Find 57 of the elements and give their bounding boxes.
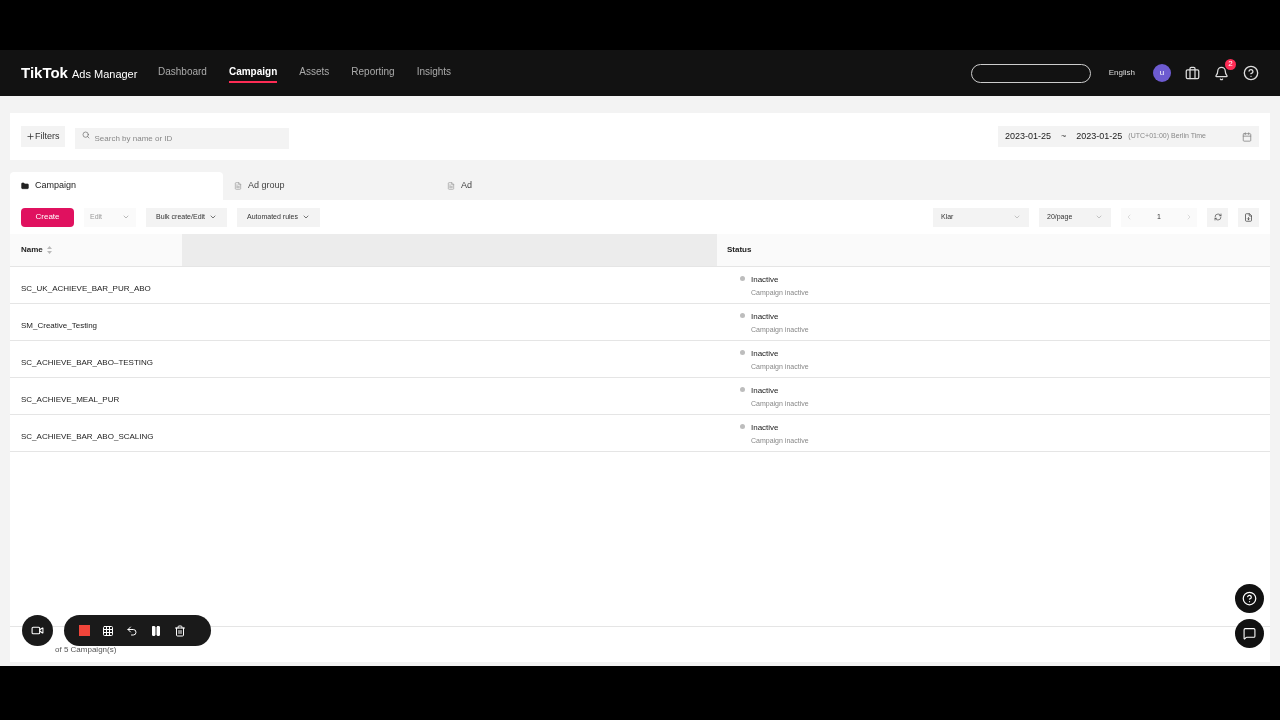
help-icon [1242,591,1257,606]
level-tab[interactable]: Campaign [10,172,223,200]
nav-link[interactable]: Assets [299,63,330,83]
chevron-down-icon [1095,213,1103,221]
chevron-down-icon [302,213,310,221]
briefcase-icon[interactable] [1185,65,1200,81]
user-avatar[interactable]: u [1153,64,1171,82]
plus-icon [26,132,35,141]
status-label: Inactive [751,385,780,397]
export-button[interactable] [1238,207,1259,227]
pause-icon[interactable] [150,624,162,637]
refresh-button[interactable] [1207,207,1228,227]
level-tab[interactable]: Ad group [223,172,436,200]
date-separator: ~ [1061,129,1067,143]
logo-subtitle: Ads Manager [71,66,138,82]
nav-link[interactable]: Insights [416,63,452,83]
campaign-name[interactable]: SC_ACHIEVE_BAR_ABO_SCALING [21,432,154,441]
language-selector[interactable]: English [1108,67,1135,79]
status-label: Inactive [751,348,780,360]
nav-link[interactable]: Reporting [351,63,395,83]
document-icon [234,182,242,190]
status-label: Inactive [751,422,780,434]
bell-icon[interactable] [1214,65,1229,81]
start-date: 2023-01-25 [1005,129,1052,143]
end-date: 2023-01-25 [1076,129,1123,143]
search-field[interactable]: Search by name or ID [74,128,289,149]
download-file-icon [1244,212,1253,222]
video-camera-icon [31,624,44,637]
filters-button[interactable]: Filters [21,126,65,147]
campaign-name[interactable]: SM_Creative_Testing [21,321,98,330]
level-tab[interactable]: Ad [436,172,649,200]
status-label: Inactive [751,311,780,323]
column-header[interactable]: Status [717,234,1270,266]
nav-link[interactable]: Campaign [228,63,278,83]
refresh-icon [1213,213,1222,221]
calendar-icon [1242,131,1252,142]
nav-link[interactable]: Dashboard [158,63,207,83]
help-icon[interactable] [1243,65,1259,81]
folder-icon [21,182,29,190]
logo[interactable]: TikTok [21,61,68,85]
chevron-down-icon [122,213,130,221]
campaign-name[interactable]: SC_ACHIEVE_MEAL_PUR [21,395,120,404]
undo-icon[interactable] [126,624,138,637]
chat-icon [1243,627,1256,640]
create-button[interactable]: Create [21,207,74,227]
grid-icon[interactable] [102,624,114,637]
campaign-name[interactable]: SC_ACHIEVE_BAR_ABO–TESTING [21,358,154,367]
total-count: of 5 Campaign(s) [55,644,117,656]
status-label: Inactive [751,274,780,286]
notification-badge: 2 [1225,58,1236,70]
chevron-down-icon [1013,213,1021,221]
column-header[interactable]: Name [10,234,182,266]
search-icon [81,131,90,139]
chevron-down-icon [209,213,218,221]
trash-icon[interactable] [174,624,186,637]
campaign-name[interactable]: SC_UK_ACHIEVE_BAR_PUR_ABO [21,284,151,293]
document-icon [447,182,455,190]
